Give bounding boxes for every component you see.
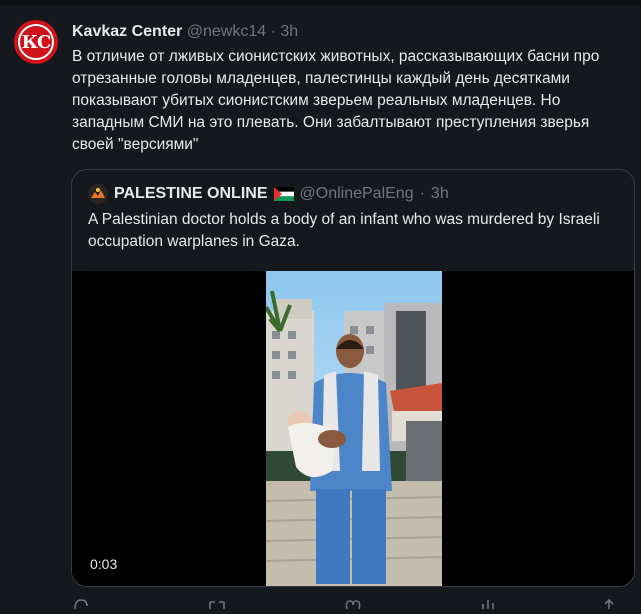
author-name[interactable]: Kavkaz Center (72, 23, 182, 40)
views-icon[interactable] (480, 596, 498, 609)
quote-avatar[interactable] (88, 184, 108, 204)
top-divider (0, 0, 641, 6)
quote-header: PALESTINE ONLINE @OnlinePalEng · 3h (88, 184, 449, 204)
palestine-flag-icon (273, 184, 294, 204)
video-time-badge: 0:03 (90, 556, 118, 572)
quote-time[interactable]: 3h (431, 184, 449, 204)
reply-icon[interactable] (72, 596, 90, 610)
author-avatar[interactable]: КС (14, 20, 58, 64)
avatar-logo: КС (18, 24, 54, 60)
video-player[interactable]: 0:03 (72, 271, 634, 586)
tweet-actions (0, 596, 641, 610)
quote-text: A Palestinian doctor holds a body of an … (88, 211, 600, 250)
share-icon[interactable] (600, 596, 618, 609)
quote-author-name[interactable]: PALESTINE ONLINE (114, 184, 268, 204)
tweet-time[interactable]: 3h (280, 23, 298, 40)
tweet-header: Kavkaz Center @newkc14 · 3h (72, 22, 298, 42)
video-thumbnail (266, 271, 442, 586)
quote-author-handle[interactable]: @OnlinePalEng (300, 184, 414, 204)
quote-tweet-card[interactable]: PALESTINE ONLINE @OnlinePalEng · 3h A Pa… (71, 169, 635, 587)
quote-separator: · (419, 185, 425, 202)
like-icon[interactable] (344, 596, 362, 610)
header-separator: · (270, 23, 276, 40)
retweet-icon[interactable] (208, 596, 226, 609)
tweet-text: В отличие от лживых сионистских животных… (72, 48, 600, 153)
author-handle[interactable]: @newkc14 (187, 23, 266, 40)
